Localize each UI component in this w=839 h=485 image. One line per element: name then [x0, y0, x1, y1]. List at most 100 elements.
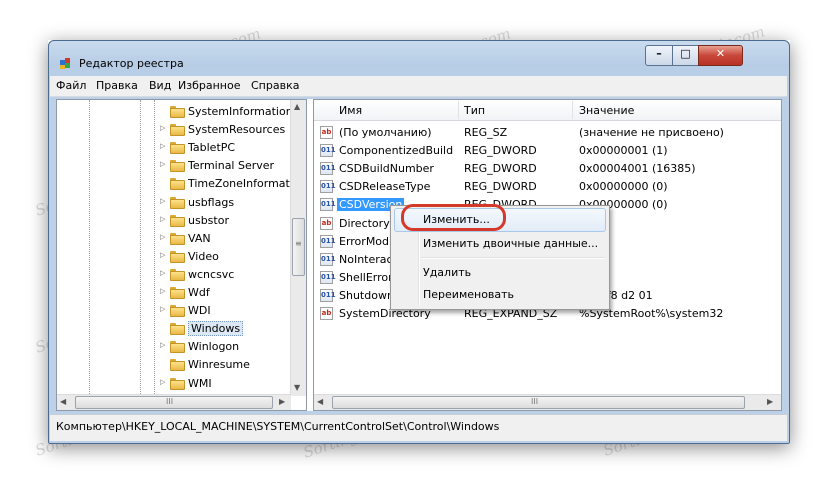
folder-icon — [170, 359, 185, 372]
tree-item-label: WMI — [188, 376, 212, 390]
scroll-up-arrow-icon[interactable]: ▲ — [294, 102, 300, 111]
tree-item-label: Windows — [188, 321, 244, 337]
cell-name: NoInterac — [339, 252, 393, 266]
scroll-down-arrow-icon[interactable]: ▼ — [294, 383, 300, 392]
menu-favorites[interactable]: Избранное — [178, 79, 240, 92]
grip-icon: III — [166, 397, 174, 406]
window-title: Редактор реестра — [79, 57, 184, 70]
column-divider[interactable] — [458, 101, 459, 119]
table-row[interactable]: 011 CSDBuildNumber REG_DWORD 0x00004001 (16… — [314, 160, 781, 178]
folder-icon — [170, 377, 185, 390]
cell-name: Directory — [339, 216, 390, 230]
menu-item-rename[interactable]: Переименовать — [423, 288, 514, 301]
folder-icon — [170, 232, 185, 245]
column-name[interactable]: Имя — [339, 104, 362, 117]
tree-hscroll-thumb[interactable]: III — [75, 396, 273, 409]
cell-name: CSDReleaseType — [339, 180, 431, 194]
scroll-left-arrow-icon[interactable]: ◀ — [317, 397, 323, 406]
dword-value-icon: 011 — [320, 180, 336, 194]
table-row[interactable]: 011 ComponentizedBuild REG_DWORD 0x00000001… — [314, 142, 781, 160]
context-menu-separator — [421, 257, 604, 259]
expand-arrow-icon[interactable]: ▷ — [160, 251, 165, 259]
cell-type: REG_DWORD — [464, 144, 537, 158]
scroll-right-arrow-icon[interactable]: ▶ — [279, 397, 285, 406]
tree-item[interactable]: ▷ Terminal Server — [57, 157, 292, 175]
menu-edit[interactable]: Правка — [96, 79, 138, 92]
tree-item[interactable]: SystemInformation — [57, 103, 293, 121]
string-value-icon: ab — [320, 216, 333, 230]
cell-name: CSDBuildNumber — [339, 162, 434, 176]
cell-value: (значение не присвоено) — [579, 126, 724, 139]
close-button[interactable]: ✕ — [698, 45, 743, 66]
menu-view[interactable]: Вид — [149, 79, 171, 92]
expand-arrow-icon[interactable]: ▷ — [160, 305, 165, 313]
dword-value-icon: 011 — [320, 144, 336, 158]
tree-item[interactable]: ▷ TabletPC — [57, 139, 292, 157]
list-header: Имя Тип Значение — [314, 100, 781, 121]
dword-value-icon: 011 — [320, 252, 336, 266]
highlight-ring — [401, 204, 506, 231]
folder-icon — [170, 341, 185, 354]
grip-icon: ≡ — [295, 239, 302, 248]
title-bar[interactable]: Редактор реестра – □ ✕ — [49, 41, 789, 73]
folder-icon — [170, 323, 185, 336]
minimize-icon: – — [656, 47, 662, 60]
tree-item[interactable]: ▷ WDI — [57, 302, 292, 320]
expand-arrow-icon[interactable]: ▷ — [160, 378, 165, 386]
tree-item[interactable]: Windows — [57, 320, 292, 338]
cell-name: ErrorMod — [339, 234, 390, 248]
column-type[interactable]: Тип — [464, 104, 485, 117]
expand-arrow-icon[interactable]: ▷ — [160, 124, 165, 132]
maximize-button[interactable]: □ — [672, 45, 699, 66]
expand-arrow-icon[interactable]: ▷ — [160, 142, 165, 150]
cell-value: 0x00000000 (0) — [579, 180, 668, 194]
tree-item[interactable]: ▷ usbflags — [57, 194, 292, 212]
minimize-button[interactable]: – — [645, 45, 673, 66]
column-divider[interactable] — [572, 101, 573, 119]
cell-value: 0x00000001 (1) — [579, 144, 668, 158]
tree-item[interactable]: ▷ VAN — [57, 230, 292, 248]
tree-item[interactable]: Winresume — [57, 356, 292, 374]
cell-type: REG_DWORD — [464, 162, 537, 176]
scroll-left-arrow-icon[interactable]: ◀ — [60, 397, 66, 406]
tree-item-label: Video — [188, 249, 219, 263]
table-row[interactable]: 011 CSDReleaseType REG_DWORD 0x00000000 (0) — [314, 178, 781, 196]
folder-icon — [170, 142, 185, 155]
tree-item[interactable]: ▷ usbstor — [57, 212, 292, 230]
menu-file[interactable]: Файл — [56, 79, 86, 92]
dword-value-icon: 011 — [320, 270, 336, 284]
tree-item[interactable]: ▷ Wdf — [57, 284, 292, 302]
expand-arrow-icon[interactable]: ▷ — [160, 160, 165, 168]
folder-icon — [170, 196, 185, 209]
tree-item[interactable]: TimeZoneInformati — [57, 175, 293, 193]
tree-item[interactable]: ▷ SystemResources — [57, 121, 292, 139]
key-tree[interactable]: SystemInformation ▷ SystemResources ▷ Tablet… — [56, 99, 307, 411]
tree-item[interactable]: ▷ wcncsvc — [57, 266, 292, 284]
expand-arrow-icon[interactable]: ▷ — [160, 269, 165, 277]
tree-item[interactable]: ▷ Winlogon — [57, 338, 292, 356]
tree-item-label: Winresume — [188, 358, 250, 372]
expand-arrow-icon[interactable]: ▷ — [160, 341, 165, 349]
scroll-right-arrow-icon[interactable]: ▶ — [767, 397, 773, 406]
list-hscroll-thumb[interactable]: III — [332, 396, 745, 409]
tree-item[interactable]: ▷ Video — [57, 248, 292, 266]
expand-arrow-icon[interactable]: ▷ — [160, 287, 165, 295]
tree-item-label: TimeZoneInformati — [188, 177, 293, 191]
table-row[interactable]: ab (По умолчанию) REG_SZ (значение не присв… — [314, 124, 781, 142]
expand-arrow-icon[interactable]: ▷ — [160, 233, 165, 241]
column-value[interactable]: Значение — [579, 104, 634, 117]
menu-item-delete[interactable]: Удалить — [423, 266, 471, 279]
cell-name: ComponentizedBuild — [339, 144, 454, 158]
expand-arrow-icon[interactable]: ▷ — [160, 215, 165, 223]
tree-horizontal-scrollbar[interactable]: ◀ III ▶ — [57, 394, 291, 410]
list-horizontal-scrollbar[interactable]: ◀ III ▶ — [314, 394, 781, 410]
menu-help[interactable]: Справка — [251, 79, 299, 92]
tree-vertical-scrollbar[interactable]: ▲ ≡ ▼ — [290, 100, 306, 396]
expand-arrow-icon[interactable]: ▷ — [160, 197, 165, 205]
cell-name: (По умолчанию) — [339, 126, 432, 139]
tree-scroll-thumb[interactable]: ≡ — [292, 218, 305, 276]
menu-item-modify-binary[interactable]: Изменить двоичные данные... — [423, 237, 598, 250]
registry-editor-icon — [60, 58, 70, 69]
folder-icon — [170, 250, 185, 263]
tree-item[interactable]: ▷ WMI — [57, 375, 292, 393]
